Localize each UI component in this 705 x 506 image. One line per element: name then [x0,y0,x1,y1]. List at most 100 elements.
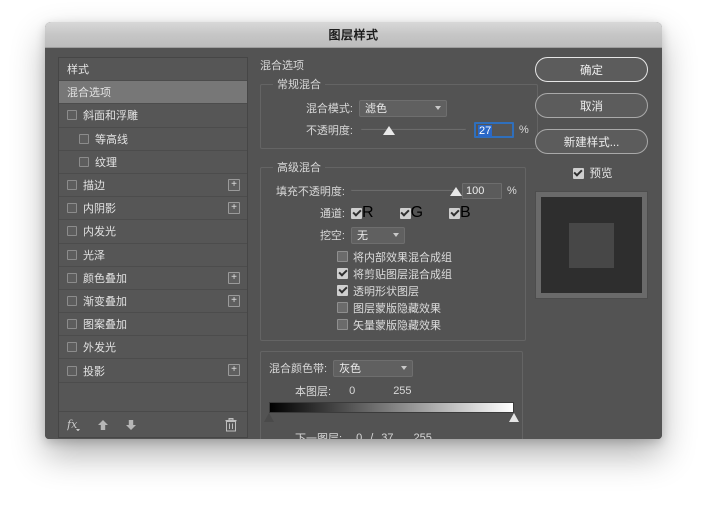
style-row[interactable]: 内阴影 + [59,197,247,221]
style-row[interactable]: 外发光 [59,336,247,360]
style-row[interactable]: 混合选项 [59,81,247,105]
channel-b-checkbox[interactable] [449,207,461,219]
channel-r-label: R [362,204,374,221]
preview-thumbnail-inner-shape [569,222,614,268]
blending-options-title: 混合选项 [260,60,304,72]
style-row-checkbox[interactable] [67,272,77,283]
channel-g-row[interactable]: G [399,204,423,222]
style-row[interactable]: 内发光 [59,220,247,244]
add-effect-plus-icon[interactable]: + [228,271,240,284]
knockout-select-wrap[interactable]: 无 [351,226,405,244]
style-row-checkbox[interactable] [67,203,77,214]
cancel-button[interactable]: 取消 [535,93,648,118]
underlying-layer-label: 下一图层: [295,433,343,439]
opacity-row: 不透明度: 27 % [269,120,529,140]
style-row-label: 内阴影 [83,203,116,216]
this-layer-white-value: 255 [393,385,412,397]
channel-r-row[interactable]: R [351,204,374,222]
advanced-option-row[interactable]: 透明形状图层 [337,283,517,298]
this-layer-black-handle[interactable] [264,413,274,422]
new-style-button[interactable]: 新建样式... [535,129,648,154]
dialog-titlebar: 图层样式 [45,22,662,48]
blend-if-select-wrap[interactable]: 灰色 [333,359,414,377]
advanced-blending-group: 高级混合 填充不透明度: 100 % 通道: RGB 挖空: 无 将内部效果混合… [260,159,526,341]
style-row-label: 斜面和浮雕 [83,110,138,123]
style-row-label: 描边 [83,180,105,193]
style-row[interactable]: 等高线 [59,128,247,151]
style-row-checkbox[interactable] [67,249,77,260]
advanced-option-row[interactable]: 将剪贴图层混合成组 [337,266,517,281]
advanced-option-checkbox[interactable] [337,302,348,313]
fx-icon[interactable]: fx [67,418,81,431]
style-row[interactable]: 描边 + [59,174,247,198]
style-row-checkbox[interactable] [67,180,77,191]
this-layer-slider[interactable] [264,402,519,424]
underlying-black-value: 0 [356,432,363,439]
style-row[interactable]: 颜色叠加 + [59,267,247,290]
blend-mode-select-wrap[interactable]: 滤色 [359,99,447,117]
channel-r-checkbox[interactable] [351,207,362,219]
blend-mode-row: 混合模式: 滤色 [269,98,529,118]
ok-button[interactable]: 确定 [535,57,648,82]
blend-mode-select[interactable]: 滤色 [359,99,447,117]
opacity-slider-knob[interactable] [383,126,396,135]
style-row-checkbox[interactable] [79,133,89,144]
style-row-checkbox[interactable] [67,295,77,306]
style-row-checkbox[interactable] [67,342,77,353]
advanced-option-checkbox[interactable] [337,251,348,262]
style-row-checkbox[interactable] [79,156,89,167]
channel-b-row[interactable]: B [449,204,471,222]
fill-opacity-input[interactable]: 100 [462,183,502,199]
opacity-input[interactable]: 27 [474,122,514,138]
style-row-checkbox[interactable] [67,226,77,237]
advanced-option-checkbox[interactable] [337,285,348,296]
opacity-value: 27 [478,125,493,137]
add-effect-plus-icon[interactable]: + [228,294,240,307]
styles-list-footer: fx [59,411,247,437]
knockout-row: 挖空: 无 [269,225,517,245]
advanced-option-checkbox[interactable] [337,268,348,279]
advanced-option-label: 将剪贴图层混合成组 [353,268,452,281]
styles-list[interactable]: 混合选项斜面和浮雕等高线 纹理描边 + 内阴影 + 内发光 光泽 颜色叠加 + 渐变叠加 + 图案叠加… [59,81,247,411]
arrow-down-icon[interactable] [125,419,137,431]
preview-thumbnail-outer-shape [541,197,642,293]
style-row[interactable]: 图案叠加 [59,313,247,337]
preview-toggle-row[interactable]: 预览 [535,165,650,181]
blend-if-channel-select[interactable]: 灰色 [333,359,414,377]
style-row-checkbox[interactable] [67,365,77,376]
trash-icon[interactable] [225,417,237,432]
style-row-label: 外发光 [83,342,116,355]
add-effect-plus-icon[interactable]: + [228,178,240,191]
channel-g-checkbox[interactable] [399,207,411,219]
style-row-checkbox[interactable] [67,110,77,121]
advanced-options-list: 将内部效果混合成组 将剪贴图层混合成组透明形状图层 图层蒙版隐藏效果 矢量蒙版隐藏效果 [337,249,517,332]
preview-checkbox[interactable] [572,167,584,179]
advanced-option-checkbox[interactable] [337,319,348,330]
this-layer-white-handle[interactable] [509,413,519,422]
add-effect-plus-icon[interactable]: + [228,202,240,215]
underlying-white-value: 255 [413,432,432,439]
fill-opacity-slider-knob[interactable] [450,187,462,196]
style-row[interactable]: 纹理 [59,151,247,174]
fill-opacity-row: 填充不透明度: 100 % [269,181,517,201]
advanced-option-label: 将内部效果混合成组 [353,251,452,264]
this-layer-values-row: 本图层: 0 255 [269,383,514,399]
advanced-option-row[interactable]: 图层蒙版隐藏效果 [337,300,517,315]
add-effect-plus-icon[interactable]: + [228,364,240,377]
advanced-option-row[interactable]: 将内部效果混合成组 [337,249,517,264]
this-layer-black-value: 0 [349,385,356,397]
opacity-slider-track [361,128,466,130]
advanced-option-row[interactable]: 矢量蒙版隐藏效果 [337,317,517,332]
preview-thumbnail [535,191,648,299]
style-row[interactable]: 斜面和浮雕 [59,104,247,128]
style-row[interactable]: 光泽 [59,244,247,267]
style-row[interactable]: 投影 + [59,359,247,383]
style-row[interactable]: 渐变叠加 + [59,290,247,314]
blend-mode-value: 滤色 [365,103,387,115]
opacity-slider[interactable] [361,122,466,138]
style-row-checkbox[interactable] [67,319,77,330]
fill-opacity-slider[interactable] [351,183,462,199]
right-panel: 确定 取消 新建样式... 预览 [535,57,650,438]
arrow-up-icon[interactable] [97,419,109,431]
knockout-select[interactable]: 无 [351,226,405,244]
